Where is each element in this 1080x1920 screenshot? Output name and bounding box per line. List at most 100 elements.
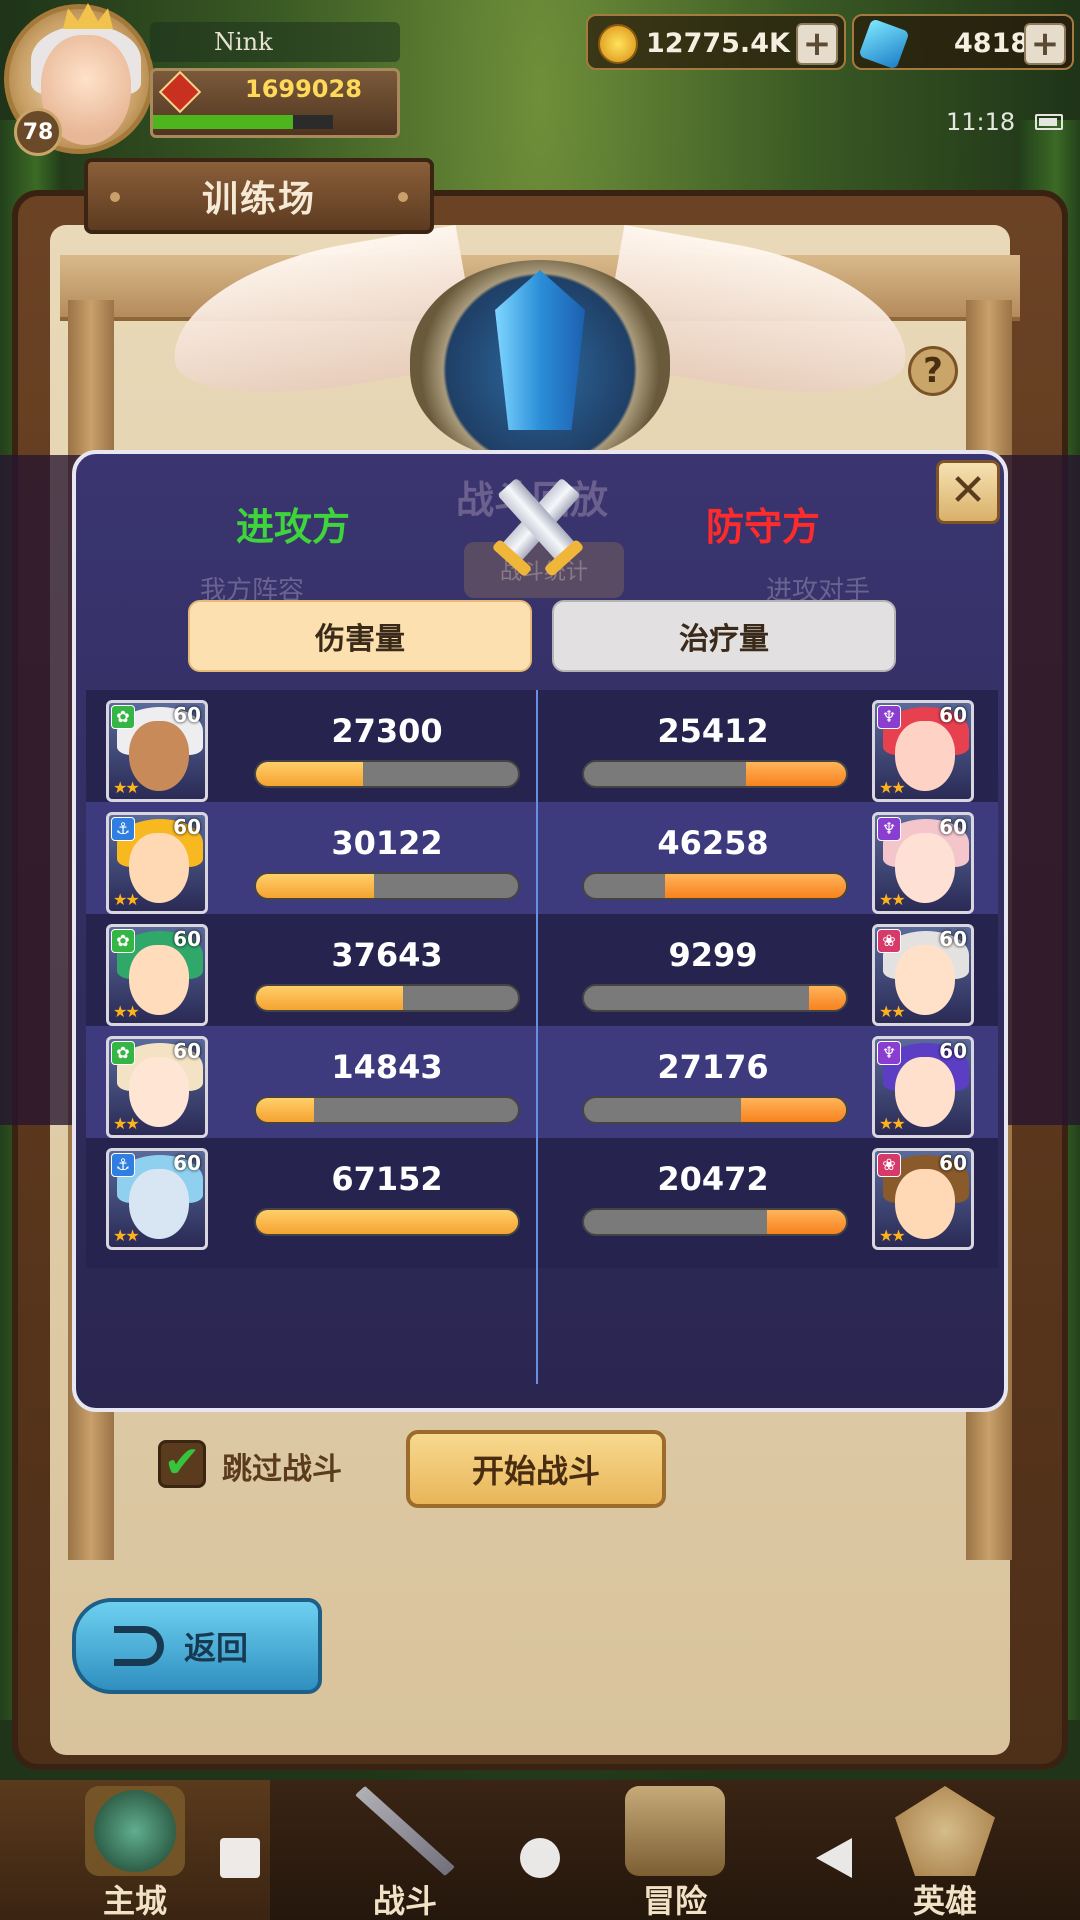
hero-face [895, 1169, 955, 1239]
close-button[interactable]: ✕ [936, 460, 1000, 524]
hero-level: 60 [173, 703, 201, 727]
attacker-damage-value: 67152 [331, 1160, 443, 1198]
defender-damage-bar [582, 984, 848, 1012]
clock: 11:18 [946, 108, 1016, 136]
anchor-faction-icon: ⚓ [111, 817, 135, 841]
hero-level: 60 [173, 927, 201, 951]
damage-bar-fill [256, 762, 364, 786]
hero-face [129, 1169, 189, 1239]
home-circle-icon[interactable] [520, 1838, 560, 1878]
attacker-damage-bar [254, 760, 520, 788]
tab-damage[interactable]: 伤害量 [188, 600, 532, 672]
skip-battle-checkbox[interactable]: ✔ [158, 1440, 206, 1488]
star-rating-icon: ★★ [879, 778, 906, 797]
battle-stats-popup: 战斗回放 我方阵容 进攻对手 战斗统计 进攻方 防守方 ✕ 伤害量 治疗量 ✿6… [72, 450, 1008, 1412]
hero-face [895, 945, 955, 1015]
attacker-hero-portrait[interactable]: ✿ 60 ★★ [106, 1036, 208, 1138]
back-label: 返回 [184, 1629, 249, 1667]
star-rating-icon: ★★ [879, 1226, 906, 1245]
damage-bar-fill [256, 1098, 314, 1122]
damage-bar-fill [256, 1210, 518, 1234]
attacker-hero-portrait[interactable]: ⚓ 60 ★★ [106, 1148, 208, 1250]
power-plate: 1699028 [150, 68, 400, 138]
recent-apps-icon[interactable] [220, 1838, 260, 1878]
dark-faction-icon: ♆ [877, 817, 901, 841]
gem-counter: 4818 + [852, 14, 1074, 70]
attacker-damage-value: 37643 [331, 936, 443, 974]
page-title: 训练场 [84, 158, 434, 234]
player-name: Nink [150, 22, 400, 62]
power-value: 1699028 [245, 75, 362, 103]
dark-faction-icon: ♆ [877, 1041, 901, 1065]
hero-face [895, 1057, 955, 1127]
nav-battle[interactable]: 战斗 [270, 1780, 540, 1920]
back-arrow-icon [114, 1626, 164, 1666]
attacker-label: 进攻方 [236, 505, 351, 549]
defender-damage-value: 9299 [668, 936, 758, 974]
stats-rows: ✿ 60 ★★ 27300 ♆ 60 ★★ 25412 ⚓ 60 ★★ 30122 ♆ 60 ★★ 46258… [86, 690, 998, 1372]
nav-adventure-label: 冒险 [642, 1882, 707, 1920]
hero-level: 60 [939, 927, 967, 951]
player-level-badge: 78 [14, 108, 62, 156]
defender-damage-value: 20472 [657, 1160, 769, 1198]
hero-emblem-icon [895, 1786, 995, 1876]
start-battle-button[interactable]: 开始战斗 [406, 1430, 666, 1508]
castle-icon [85, 1786, 185, 1876]
gem-icon [858, 18, 910, 70]
hero-face [895, 833, 955, 903]
star-rating-icon: ★★ [879, 890, 906, 909]
hero-face [129, 721, 189, 791]
nav-battle-label: 战斗 [372, 1882, 437, 1920]
add-gold-button[interactable]: + [796, 23, 838, 65]
hero-level: 60 [173, 1039, 201, 1063]
hero-level: 60 [939, 815, 967, 839]
defender-hero-portrait[interactable]: ♆ 60 ★★ [872, 1036, 974, 1138]
help-button[interactable]: ? [908, 346, 958, 396]
add-gem-button[interactable]: + [1024, 23, 1066, 65]
attacker-damage-bar [254, 872, 520, 900]
flame-faction-icon: ❀ [877, 929, 901, 953]
defender-damage-value: 25412 [657, 712, 769, 750]
back-triangle-icon[interactable] [816, 1838, 852, 1878]
nav-adventure[interactable]: 冒险 [540, 1780, 810, 1920]
back-button[interactable]: 返回 [72, 1598, 322, 1694]
map-icon [625, 1786, 725, 1876]
hero-level: 60 [939, 1039, 967, 1063]
crossed-swords-icon [482, 474, 594, 584]
attacker-damage-bar [254, 984, 520, 1012]
attacker-damage-bar [254, 1096, 520, 1124]
stat-row: ✿ 60 ★★ 14843 ♆ 60 ★★ 27176 [86, 1026, 998, 1156]
defender-damage-value: 46258 [657, 824, 769, 862]
stat-row: ⚓ 60 ★★ 30122 ♆ 60 ★★ 46258 [86, 802, 998, 932]
hero-face [129, 945, 189, 1015]
hero-level: 60 [173, 815, 201, 839]
hero-face [895, 721, 955, 791]
tab-heal[interactable]: 治疗量 [552, 600, 896, 672]
defender-hero-portrait[interactable]: ♆ 60 ★★ [872, 700, 974, 802]
damage-bar-fill [767, 1210, 846, 1234]
stat-row: ✿ 60 ★★ 27300 ♆ 60 ★★ 25412 [86, 690, 998, 820]
defender-damage-bar [582, 1208, 848, 1236]
defender-hero-portrait[interactable]: ❀ 60 ★★ [872, 1148, 974, 1250]
attacker-damage-value: 30122 [331, 824, 443, 862]
damage-bar-fill [256, 986, 403, 1010]
star-rating-icon: ★★ [113, 1114, 140, 1133]
attacker-damage-value: 27300 [331, 712, 443, 750]
damage-bar-fill [746, 762, 846, 786]
damage-bar-fill [665, 874, 846, 898]
attacker-hero-portrait[interactable]: ✿ 60 ★★ [106, 924, 208, 1026]
damage-bar-fill [809, 986, 846, 1010]
defender-hero-portrait[interactable]: ♆ 60 ★★ [872, 812, 974, 914]
attacker-hero-portrait[interactable]: ✿ 60 ★★ [106, 700, 208, 802]
forest-faction-icon: ✿ [111, 929, 135, 953]
flame-faction-icon: ❀ [877, 1153, 901, 1177]
hero-level: 60 [939, 1151, 967, 1175]
defender-hero-portrait[interactable]: ❀ 60 ★★ [872, 924, 974, 1026]
attacker-hero-portrait[interactable]: ⚓ 60 ★★ [106, 812, 208, 914]
skip-battle-label: 跳过战斗 [222, 1452, 342, 1487]
hero-face [129, 833, 189, 903]
stat-row: ✿ 60 ★★ 37643 ❀ 60 ★★ 9299 [86, 914, 998, 1044]
anchor-faction-icon: ⚓ [111, 1153, 135, 1177]
crossed-swords-power-icon [158, 70, 202, 114]
star-rating-icon: ★★ [113, 778, 140, 797]
